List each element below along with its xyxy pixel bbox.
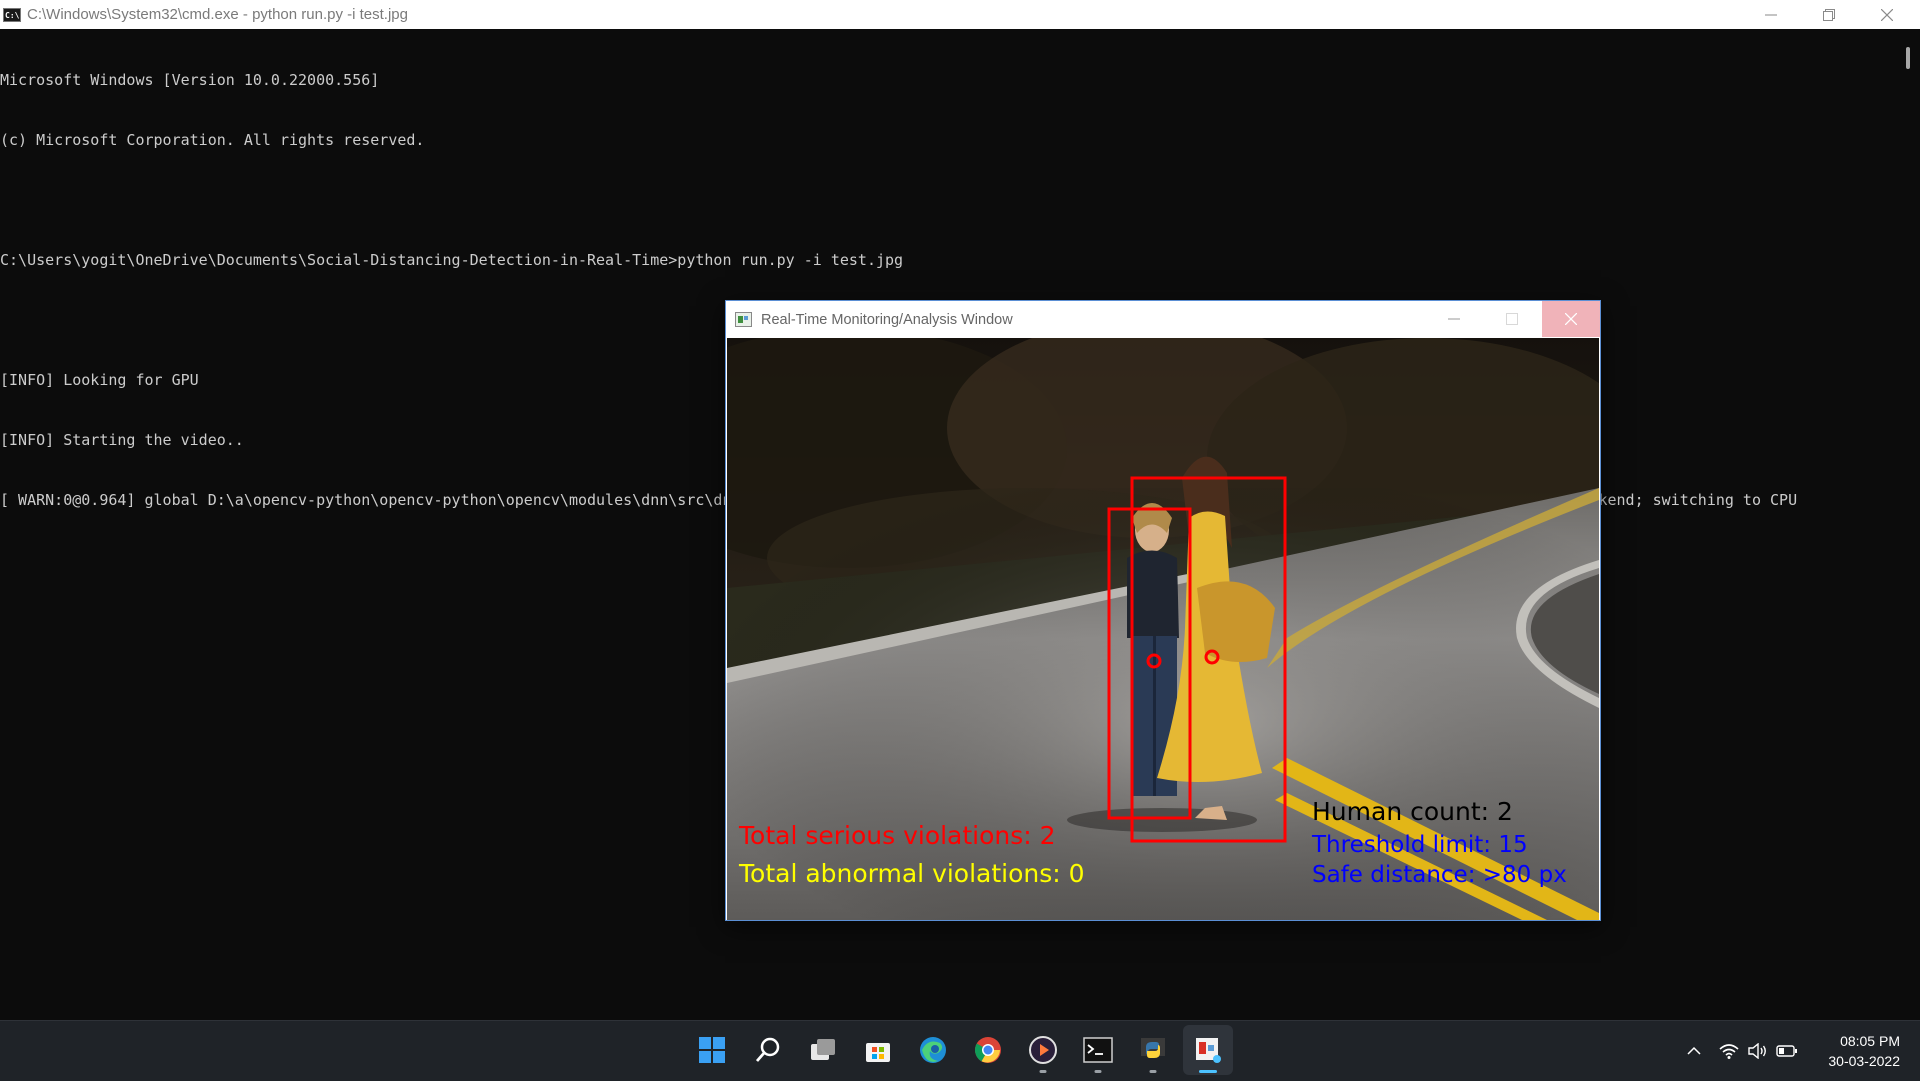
console-titlebar: C:\ C:\Windows\System32\cmd.exe - python…	[0, 0, 1920, 29]
close-icon	[1881, 8, 1893, 21]
task-view-button[interactable]	[798, 1025, 848, 1075]
console-scrollbar[interactable]	[1898, 29, 1920, 1019]
system-clock[interactable]: 08:05 PM 30-03-2022	[1806, 1031, 1900, 1071]
abnormal-violations-label: Total abnormal violations: 0	[738, 859, 1085, 888]
minimize-icon	[1448, 318, 1460, 320]
minimize-button[interactable]	[1742, 0, 1800, 29]
console-line: C:\Users\yogit\OneDrive\Documents\Social…	[0, 251, 904, 269]
edge-button[interactable]	[908, 1025, 958, 1075]
microsoft-store-icon	[866, 1043, 890, 1062]
chrome-icon	[975, 1037, 1001, 1063]
taskbar: 08:05 PM 30-03-2022	[0, 1020, 1920, 1081]
clock-date: 30-03-2022	[1828, 1053, 1900, 1069]
battery-button[interactable]	[1774, 1021, 1800, 1081]
active-indicator	[1199, 1070, 1217, 1073]
edge-icon	[920, 1037, 946, 1063]
media-player-icon	[1029, 1036, 1057, 1064]
terminal-button[interactable]	[1073, 1025, 1123, 1075]
camera-frame: Total serious violations: 2 Total abnorm…	[727, 338, 1599, 920]
restore-button[interactable]	[1800, 0, 1858, 29]
search-button[interactable]	[743, 1025, 793, 1075]
close-button[interactable]	[1858, 0, 1916, 29]
console-line: Microsoft Windows [Version 10.0.22000.55…	[0, 71, 380, 89]
console-title: C:\Windows\System32\cmd.exe - python run…	[27, 6, 408, 23]
analysis-window[interactable]: Real-Time Monitoring/Analysis Window Tot…	[725, 300, 1601, 921]
safe-distance-label: Safe distance: >80 px	[1312, 862, 1567, 888]
serious-violations-label: Total serious violations: 2	[738, 821, 1056, 850]
search-icon	[755, 1037, 780, 1062]
wifi-icon	[1719, 1044, 1739, 1059]
battery-icon	[1776, 1045, 1797, 1057]
store-button[interactable]	[853, 1025, 903, 1075]
minimize-icon	[1765, 14, 1777, 15]
python-icon	[1141, 1038, 1165, 1058]
chrome-button[interactable]	[963, 1025, 1013, 1075]
human-count-label: Human count: 2	[1312, 797, 1513, 826]
analysis-maximize-button[interactable]	[1483, 301, 1541, 337]
opencv-app-icon	[1196, 1038, 1221, 1063]
cmd-icon: C:\	[3, 7, 21, 22]
restore-icon	[1823, 8, 1835, 21]
threshold-limit-label: Threshold limit: 15	[1311, 832, 1528, 858]
show-desktop-button[interactable]	[1912, 1021, 1920, 1081]
show-hidden-icons-button[interactable]	[1683, 1021, 1705, 1081]
analysis-window-titlebar[interactable]: Real-Time Monitoring/Analysis Window	[726, 301, 1600, 338]
running-indicator	[1094, 1070, 1102, 1073]
media-player-button[interactable]	[1018, 1025, 1068, 1075]
python-button[interactable]	[1128, 1025, 1178, 1075]
analysis-close-button[interactable]	[1542, 301, 1600, 337]
clock-time: 08:05 PM	[1840, 1033, 1900, 1049]
console-line: (c) Microsoft Corporation. All rights re…	[0, 131, 425, 149]
running-indicator	[1039, 1070, 1047, 1073]
analysis-window-title: Real-Time Monitoring/Analysis Window	[761, 311, 1013, 328]
start-icon	[699, 1037, 725, 1063]
terminal-icon	[1083, 1037, 1113, 1063]
chevron-up-icon	[1687, 1046, 1701, 1055]
maximize-icon	[1506, 313, 1518, 325]
opencv-window-icon	[735, 312, 752, 327]
task-view-icon	[811, 1039, 835, 1060]
network-button[interactable]	[1716, 1021, 1742, 1081]
start-button[interactable]	[687, 1025, 737, 1075]
analysis-minimize-button[interactable]	[1425, 301, 1483, 337]
close-icon	[1565, 313, 1577, 325]
running-indicator	[1149, 1070, 1157, 1073]
street-scene-image: Total serious violations: 2 Total abnorm…	[727, 338, 1599, 920]
volume-button[interactable]	[1745, 1021, 1771, 1081]
opencv-app-button[interactable]	[1183, 1025, 1233, 1075]
scrollbar-thumb[interactable]	[1906, 47, 1910, 69]
volume-icon	[1748, 1043, 1766, 1059]
